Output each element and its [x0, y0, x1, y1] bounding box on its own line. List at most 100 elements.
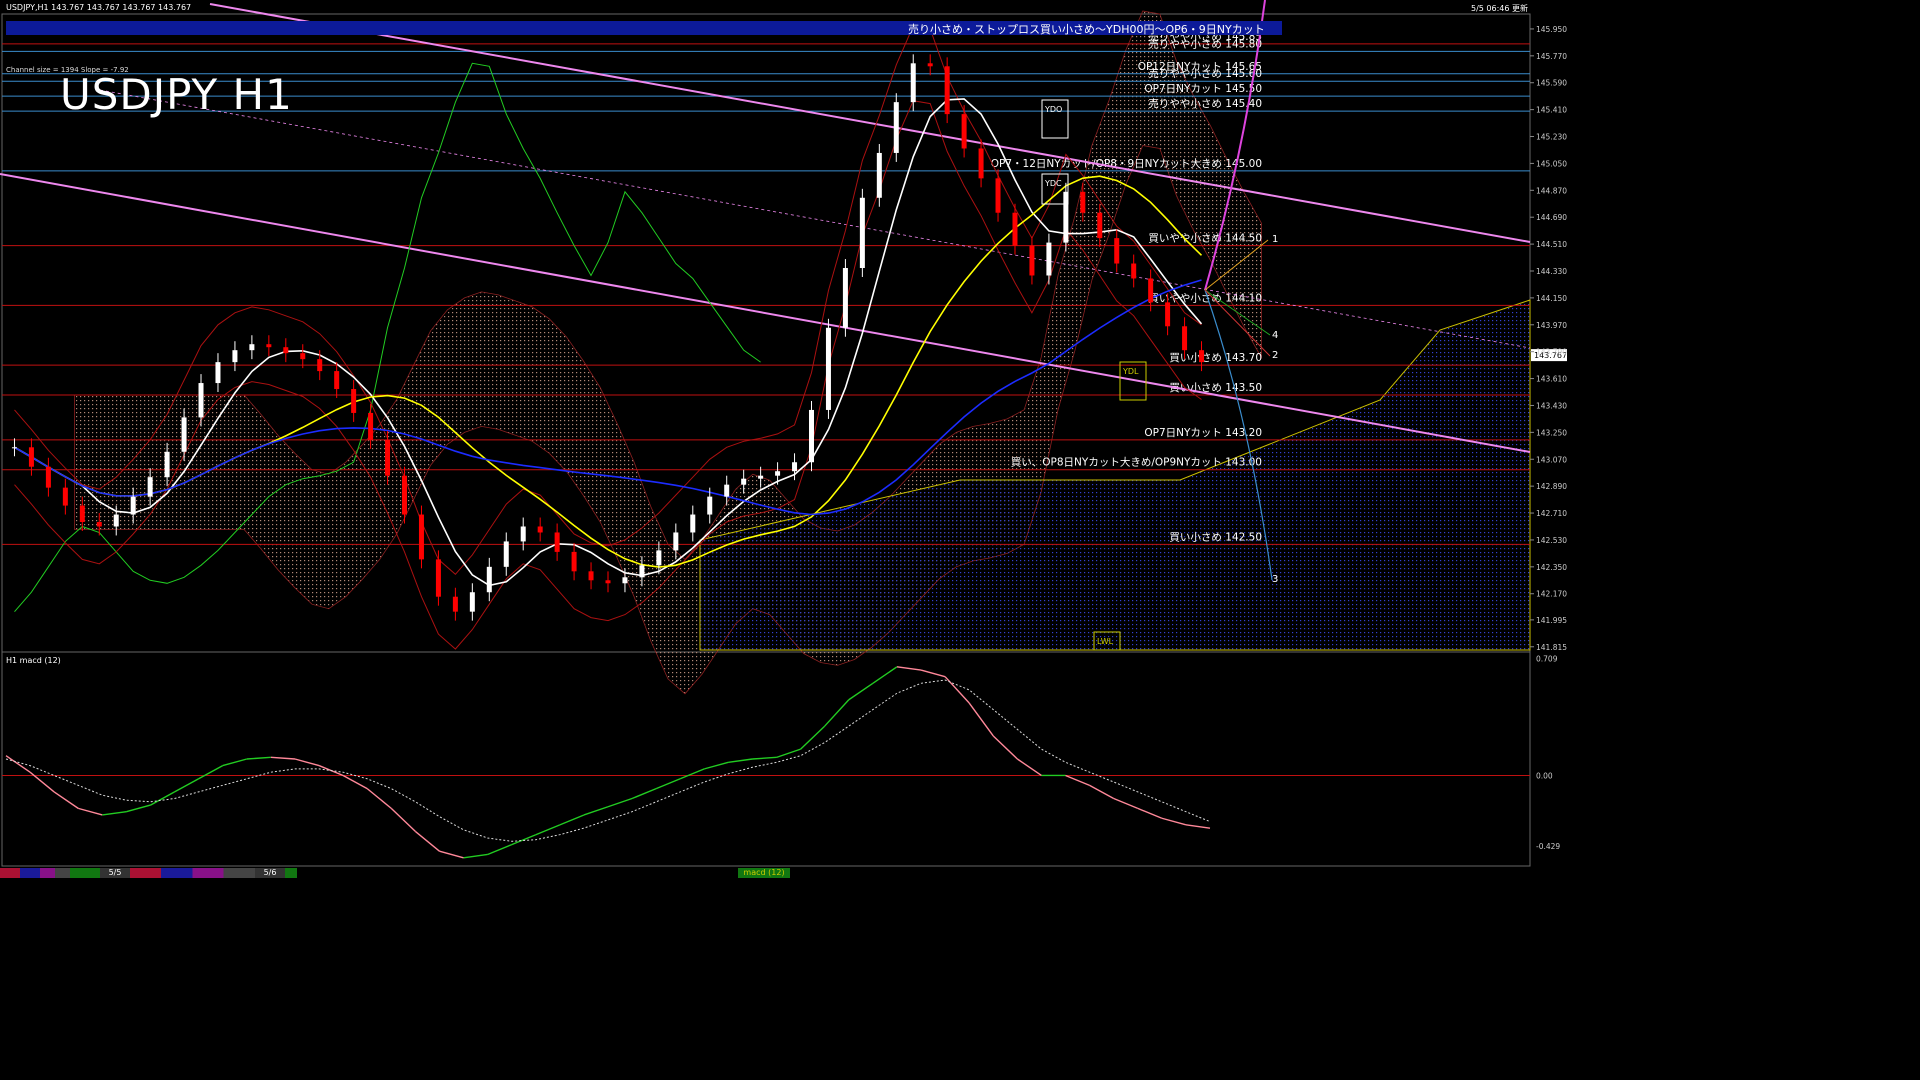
candle-body: [859, 197, 865, 269]
axis-tick-label: 143.430: [1536, 401, 1567, 410]
projection-label: 1: [1272, 234, 1278, 245]
level-label: 売りやや小さめ 145.60: [1148, 67, 1262, 80]
candle-body: [588, 571, 594, 581]
axis-tick-label: 144.690: [1536, 213, 1567, 222]
tab-5-6[interactable]: 5/6: [255, 868, 285, 878]
candle-body: [775, 471, 781, 476]
candle-body: [45, 466, 51, 488]
tab-5-5[interactable]: 5/5: [100, 868, 130, 878]
color-strip: [0, 868, 100, 878]
candle-body: [249, 344, 255, 351]
candle-body: [978, 148, 984, 179]
candle-body: [1097, 212, 1103, 239]
candle-body: [79, 505, 85, 523]
candle-body: [893, 102, 899, 153]
update-time: 5/5 06:46 更新: [1470, 4, 1528, 13]
candle-body: [995, 178, 1001, 213]
candle-body: [571, 551, 577, 572]
candle-body: [1114, 238, 1120, 264]
marker-label: YDC: [1044, 179, 1062, 188]
level-label: 買いやや小さめ 144.50: [1148, 233, 1262, 245]
candle-body: [130, 496, 136, 515]
candle-body: [961, 114, 967, 149]
candle-body: [1012, 212, 1018, 246]
candle-body: [622, 577, 628, 584]
candle-body: [28, 447, 34, 467]
candle-body: [605, 580, 611, 584]
projection-label: 3: [1272, 574, 1278, 585]
candle-body: [96, 522, 102, 527]
color-strip-2: [130, 868, 255, 878]
candle-body: [368, 412, 374, 440]
candle-body: [1046, 242, 1052, 276]
candle-body: [554, 532, 560, 552]
candle-body: [452, 596, 458, 612]
candle-body: [910, 63, 916, 103]
axis-tick-label: 145.590: [1536, 79, 1567, 88]
candle-body: [1148, 278, 1154, 303]
candle-body: [808, 409, 814, 463]
candle-body: [1165, 302, 1171, 327]
price-chart: 売りやや小さめ 145.85売りやや小さめ 145.80OP12日NYカット 1…: [0, 0, 1567, 867]
candle-body: [164, 451, 170, 478]
candle-body: [876, 152, 882, 198]
candle-body: [317, 359, 323, 372]
projection-label: 2: [1272, 350, 1278, 361]
color-strip-3: [285, 868, 297, 878]
candle-body: [741, 478, 747, 485]
candle-body: [486, 566, 492, 593]
axis-tick-label: 144.150: [1536, 294, 1567, 303]
candle-body: [656, 550, 662, 566]
marker-label: YDL: [1122, 367, 1139, 376]
axis-tick-label: 142.710: [1536, 509, 1567, 518]
candle-body: [469, 592, 475, 612]
candle-body: [113, 514, 119, 527]
axis-tick-label: 143.790: [1536, 348, 1567, 357]
projection-label: 4: [1272, 330, 1278, 341]
candle-body: [1131, 263, 1137, 279]
candle-body: [792, 462, 798, 472]
candle-body: [944, 66, 950, 115]
axis-tick-label: 144.870: [1536, 186, 1567, 195]
axis-tick-label: 142.890: [1536, 482, 1567, 491]
candle-body: [724, 484, 730, 497]
axis-tick-label: 145.950: [1536, 25, 1567, 34]
candle-body: [11, 447, 17, 449]
level-label: 売りやや小さめ 145.80: [1148, 37, 1262, 50]
candle-body: [300, 353, 306, 360]
level-label: 買い小さめ 143.70: [1169, 352, 1262, 364]
candle-body: [1029, 245, 1035, 276]
candle-body: [62, 487, 68, 506]
macd-label: H1 macd (12): [6, 656, 61, 665]
axis-tick-label: 145.770: [1536, 52, 1567, 61]
bottom-tab-bar: 5/5 5/6 macd (12): [0, 868, 1568, 880]
candle-body: [673, 532, 679, 551]
candle-body: [198, 383, 204, 418]
axis-tick-label: 141.995: [1536, 616, 1567, 625]
candle-body: [690, 514, 696, 533]
candle-body: [181, 417, 187, 452]
level-label: 買い小さめ 142.50: [1169, 531, 1262, 543]
marker-label: YDO: [1044, 105, 1062, 114]
axis-tick-label: 143.250: [1536, 428, 1567, 437]
candle-body: [639, 565, 645, 578]
level-label: OP7日NYカット 145.50: [1144, 83, 1262, 95]
candle-body: [825, 327, 831, 410]
level-label: OP7・12日NYカット/OP8・9日NYカット大きめ 145.00: [991, 157, 1262, 170]
candle-body: [266, 344, 272, 348]
level-label: 買い、OP8日NYカット大きめ/OP9NYカット 143.00: [1011, 456, 1262, 469]
candle-body: [707, 496, 713, 515]
candle-body: [147, 477, 153, 497]
candle-body: [334, 371, 340, 390]
macd-axis-label: 0.00: [1536, 771, 1553, 780]
candle-body: [283, 347, 289, 354]
chart-title: USDJPY H1: [60, 70, 293, 119]
axis-tick-label: 143.970: [1536, 321, 1567, 330]
candle-body: [1182, 326, 1188, 351]
candle-body: [842, 268, 848, 328]
tab-macd[interactable]: macd (12): [738, 868, 790, 878]
axis-tick-label: 143.070: [1536, 455, 1567, 464]
axis-tick-label: 141.815: [1536, 643, 1567, 652]
candle-body: [537, 526, 543, 533]
candle-body: [351, 389, 357, 413]
